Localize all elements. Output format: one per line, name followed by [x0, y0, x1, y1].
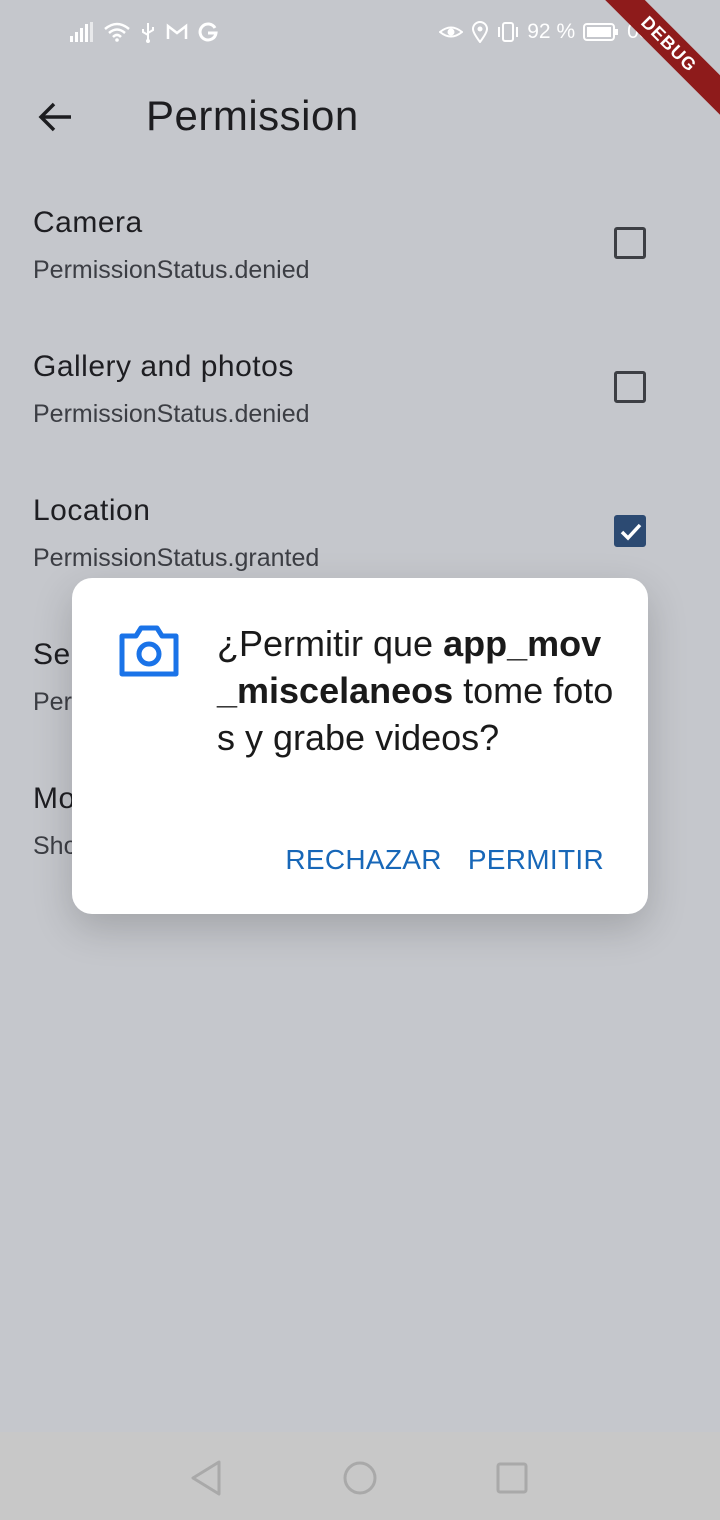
permission-title: Mo [33, 782, 76, 815]
navigation-bar [0, 1432, 720, 1520]
dialog-actions: RECHAZAR PERMITIR [285, 844, 604, 876]
app-screen: 92 % 03:4 DEBUG Permission Camera Permis… [0, 0, 720, 1520]
dialog-message-prefix: ¿Permitir que [217, 623, 444, 664]
permission-title: Se [33, 638, 71, 671]
gmail-icon [166, 23, 188, 41]
battery-percent: 92 % [527, 20, 576, 43]
permission-item-gallery[interactable]: Gallery and photos PermissionStatus.deni… [0, 350, 720, 470]
permission-status: Per [33, 688, 72, 716]
circle-home-icon [343, 1461, 377, 1495]
google-icon [198, 22, 218, 42]
triangle-back-icon [191, 1460, 221, 1496]
permission-title: Location [33, 494, 151, 527]
eye-comfort-icon [439, 23, 464, 41]
square-recents-icon [496, 1462, 528, 1494]
battery-icon [583, 23, 619, 41]
checkmark-icon [620, 523, 642, 541]
permission-checkbox[interactable] [614, 227, 646, 259]
location-icon [471, 21, 489, 43]
vibrate-icon [497, 21, 519, 43]
usb-icon [140, 21, 156, 43]
nav-home-button[interactable] [340, 1458, 380, 1498]
permission-checkbox[interactable] [614, 371, 646, 403]
page-title: Permission [146, 92, 359, 139]
status-left-icons [70, 18, 218, 46]
camera-icon [119, 625, 179, 677]
permission-item-camera[interactable]: Camera PermissionStatus.denied [0, 206, 720, 326]
nav-back-button[interactable] [186, 1458, 226, 1498]
permission-title: Gallery and photos [33, 350, 294, 383]
permission-title: Camera [33, 206, 143, 239]
dialog-message: ¿Permitir que app_mov_miscelaneos tome f… [217, 620, 617, 761]
signal-icon [70, 22, 94, 42]
permission-status: PermissionStatus.denied [33, 256, 310, 284]
arrow-back-icon [38, 102, 71, 132]
deny-button[interactable]: RECHAZAR [285, 844, 441, 876]
permission-status: PermissionStatus.granted [33, 544, 320, 572]
permission-dialog: ¿Permitir que app_mov_miscelaneos tome f… [72, 578, 648, 914]
nav-recents-button[interactable] [492, 1458, 532, 1498]
app-bar: Permission [0, 72, 720, 162]
permission-status: Sho [33, 832, 78, 860]
permission-status: PermissionStatus.denied [33, 400, 310, 428]
permission-checkbox[interactable] [614, 515, 646, 547]
back-button[interactable] [30, 94, 80, 140]
wifi-icon [104, 22, 130, 42]
allow-button[interactable]: PERMITIR [468, 844, 604, 876]
status-bar: 92 % 03:4 [0, 0, 720, 62]
